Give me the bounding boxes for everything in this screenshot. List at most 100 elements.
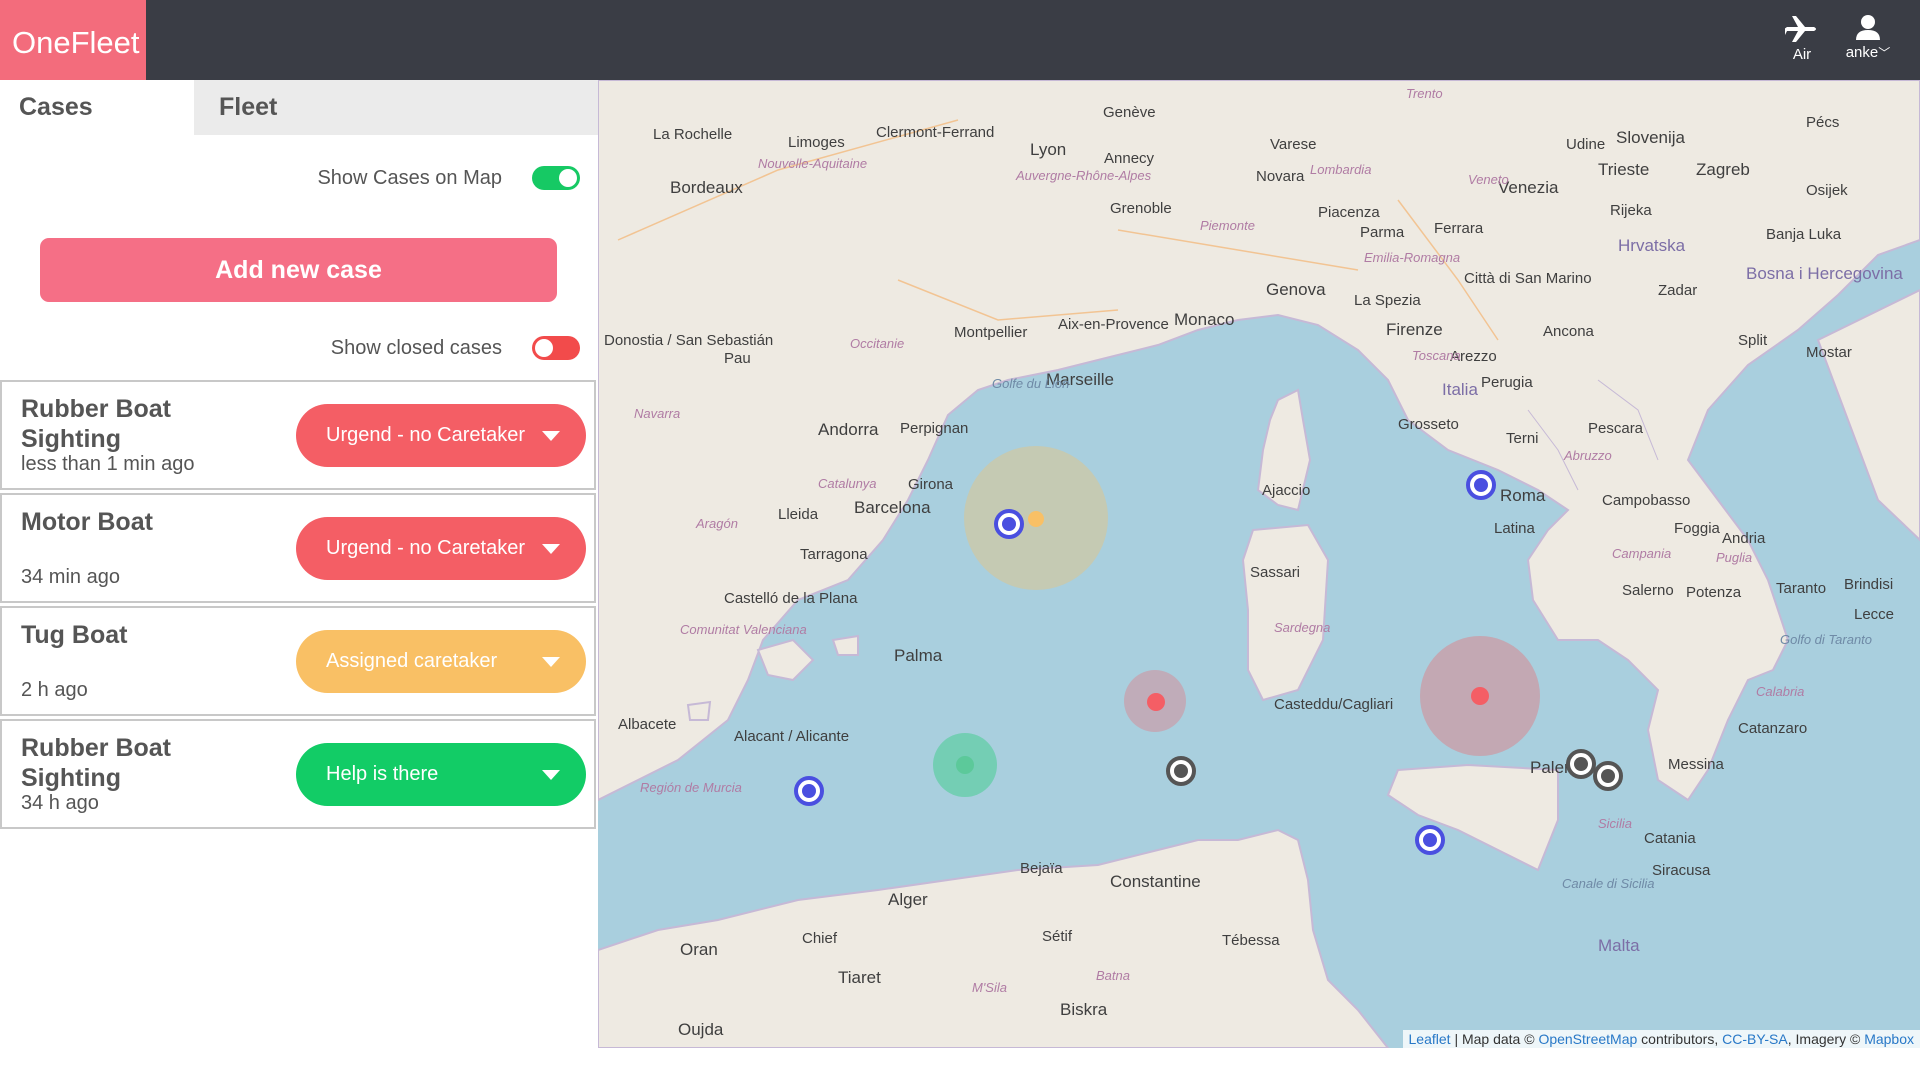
toggle-knob <box>559 169 577 187</box>
map-view[interactable]: Bordeaux La Rochelle Limoges Clermont-Fe… <box>598 80 1920 1048</box>
map-label: Emilia-Romagna <box>1364 250 1461 265</box>
case-item[interactable]: Rubber Boat Sighting less than 1 min ago… <box>0 380 596 490</box>
map-label: Toscana <box>1412 348 1461 363</box>
case-area-center[interactable] <box>956 756 974 774</box>
case-item[interactable]: Rubber Boat Sighting 34 h ago Help is th… <box>0 719 596 829</box>
map-label: Ferrara <box>1434 220 1484 237</box>
map-label: La Rochelle <box>653 126 733 143</box>
case-item[interactable]: Tug Boat 2 h ago Assigned caretaker <box>0 606 596 716</box>
map-label: Messina <box>1668 756 1724 773</box>
boat-marker[interactable] <box>1466 470 1496 500</box>
map-label: Trento <box>1406 86 1443 101</box>
mapbox-link[interactable]: Mapbox <box>1864 1031 1914 1047</box>
map-attribution: Leaflet | Map data © OpenStreetMap contr… <box>1402 1030 1920 1048</box>
case-status-select[interactable]: Assigned caretaker <box>296 630 586 693</box>
map-label: Navarra <box>634 406 681 421</box>
map-label: Pescara <box>1588 420 1644 437</box>
tab-bar: Cases Fleet <box>5 80 598 135</box>
map-label: Campobasso <box>1602 492 1691 509</box>
case-time: 34 min ago <box>21 566 120 588</box>
case-area-center[interactable] <box>1147 693 1165 711</box>
leaflet-link[interactable]: Leaflet <box>1409 1031 1451 1047</box>
map-label: Limoges <box>788 134 845 151</box>
case-status-label: Help is there <box>326 763 439 785</box>
boat-marker[interactable] <box>1415 825 1445 855</box>
map-label: Girona <box>908 476 954 493</box>
map-label: Pau <box>724 350 751 367</box>
user-menu[interactable]: anke﹀ <box>1840 14 1896 61</box>
license-link[interactable]: CC-BY-SA <box>1722 1031 1788 1047</box>
vessel-marker[interactable] <box>1593 761 1623 791</box>
map-label: Trieste <box>1598 160 1650 179</box>
map-label: Osijek <box>1806 182 1848 199</box>
map-label: Terni <box>1506 430 1539 447</box>
case-status-label: Assigned caretaker <box>326 650 498 672</box>
map-label: Italia <box>1442 380 1478 399</box>
show-closed-toggle[interactable] <box>532 336 580 360</box>
map-label: Piacenza <box>1318 204 1380 221</box>
show-closed-row: Show closed cases <box>331 336 580 360</box>
case-area-center[interactable] <box>1471 687 1489 705</box>
map-label: Andorra <box>818 420 879 439</box>
map-label: Aix-en-Provence <box>1058 316 1169 333</box>
map-label: Ajaccio <box>1262 482 1311 499</box>
toggle-knob <box>535 339 553 357</box>
map-label: Montpellier <box>954 324 1028 341</box>
map-label: Piemonte <box>1200 218 1255 233</box>
boat-marker[interactable] <box>994 509 1024 539</box>
map-label: Bejaïa <box>1020 860 1063 877</box>
map-label: Constantine <box>1110 872 1201 891</box>
map-label: Genova <box>1266 280 1326 299</box>
map-label: Bordeaux <box>670 178 743 197</box>
map-label: Golfe du Lion <box>992 376 1070 391</box>
map-label: Perpignan <box>900 420 969 437</box>
case-item[interactable]: Motor Boat 34 min ago Urgend - no Careta… <box>0 493 596 603</box>
boat-marker[interactable] <box>794 776 824 806</box>
map-label: Zagreb <box>1696 160 1750 179</box>
map-label: Alacant / Alicante <box>734 728 850 745</box>
show-cases-toggle[interactable] <box>532 166 580 190</box>
map-label: Tarragona <box>800 546 868 563</box>
map-label: Salerno <box>1622 582 1674 599</box>
map-label: Clermont-Ferrand <box>876 124 995 141</box>
user-label: anke <box>1845 44 1879 61</box>
case-time: 34 h ago <box>21 792 99 814</box>
map-label: Albacete <box>618 716 677 733</box>
tab-fleet[interactable]: Fleet <box>194 80 598 135</box>
map-label: Grenoble <box>1110 200 1172 217</box>
map-label: Sicilia <box>1598 816 1632 831</box>
map-label: Tiaret <box>838 968 881 987</box>
map-label: Catanzaro <box>1738 720 1808 737</box>
vessel-marker[interactable] <box>1566 749 1596 779</box>
map-label: Siracusa <box>1652 862 1711 879</box>
caret-down-icon <box>542 431 560 441</box>
caret-down-icon <box>542 657 560 667</box>
map-label: Lecce <box>1854 606 1895 623</box>
map-label: Banja Luka <box>1766 226 1842 243</box>
map-label: Nouvelle-Aquitaine <box>758 156 868 171</box>
map-label: Aragón <box>696 516 738 531</box>
map-label: Chief <box>802 930 838 947</box>
map-label: Pécs <box>1806 114 1840 131</box>
map-label: Occitanie <box>850 336 905 351</box>
map-label: Bosna i Hercegovina <box>1746 264 1903 283</box>
map-label: Split <box>1738 332 1768 349</box>
add-new-case-button[interactable]: Add new case <box>40 238 557 302</box>
tab-cases[interactable]: Cases <box>5 80 194 135</box>
map-label: Rijeka <box>1610 202 1652 219</box>
case-area-center[interactable] <box>1028 511 1044 527</box>
app-logo[interactable]: OneFleet <box>0 0 146 80</box>
case-status-select[interactable]: Help is there <box>296 743 586 806</box>
map-label: Annecy <box>1104 150 1155 167</box>
map-label: Perugia <box>1481 374 1533 391</box>
case-time: 2 h ago <box>21 679 88 701</box>
map-label: Foggia <box>1674 520 1720 537</box>
case-status-select[interactable]: Urgend - no Caretaker <box>296 517 586 580</box>
map-label: Città di San Marino <box>1464 270 1592 287</box>
vessel-marker[interactable] <box>1166 756 1196 786</box>
osm-link[interactable]: OpenStreetMap <box>1538 1031 1637 1047</box>
map-label: Firenze <box>1386 320 1443 339</box>
air-button[interactable]: Air <box>1782 14 1822 63</box>
case-status-select[interactable]: Urgend - no Caretaker <box>296 404 586 467</box>
map-label: Latina <box>1494 520 1535 537</box>
